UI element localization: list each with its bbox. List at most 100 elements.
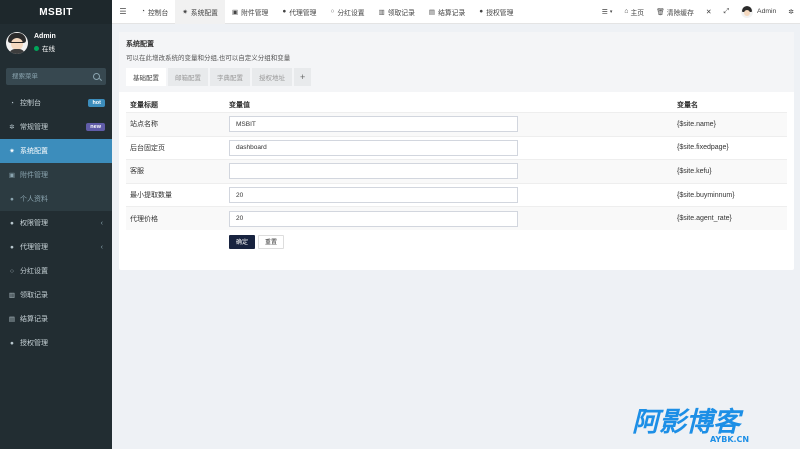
sidebar-item-system-config[interactable]: ✷ 系统配置 xyxy=(0,139,112,163)
panel-header: 系统配置 可以在此增改系统的变量和分组,也可以自定义分组和变量 基础配置 邮箱配… xyxy=(119,32,794,92)
kefu-field[interactable] xyxy=(229,163,518,180)
sidebar-item-label: 附件管理 xyxy=(20,172,48,179)
variable-name: {$site.kefu} xyxy=(677,167,712,175)
tab-dashboard[interactable]: ◔ 控制台 xyxy=(134,0,175,24)
tab-auth-address[interactable]: 授权地址 xyxy=(252,68,292,86)
group-icon: ● xyxy=(10,339,14,347)
fullscreen-icon: ⤢ xyxy=(723,7,730,15)
tab-system-config[interactable]: ✷ 系统配置 xyxy=(175,0,225,24)
clear-cache-label: 清除缓存 xyxy=(666,9,694,17)
tab-dividend[interactable]: ○ 分红设置 xyxy=(323,0,371,24)
home-icon: ⌂ xyxy=(624,8,629,15)
table-row: 后台固定页 {$site.fixedpage} xyxy=(126,135,787,160)
fullscreen-button[interactable]: ⤢ xyxy=(718,0,735,24)
sidebar-item-label: 个人资料 xyxy=(20,196,48,203)
site-name-field[interactable] xyxy=(229,116,518,133)
tab-dictionary-config[interactable]: 字典配置 xyxy=(210,68,250,86)
sidebar-item-label: 常规管理 xyxy=(20,124,48,131)
agent-rate-field[interactable] xyxy=(229,210,518,227)
cog-icon: ✷ xyxy=(9,148,15,155)
add-tab-button[interactable]: + xyxy=(294,68,312,86)
reset-button[interactable]: 重置 xyxy=(258,234,285,249)
confirm-button[interactable]: 确定 xyxy=(229,234,256,249)
tab-label: 附件管理 xyxy=(241,9,269,17)
tab-authorization[interactable]: ● 授权管理 xyxy=(472,0,520,24)
variable-name: {$site.name} xyxy=(677,120,716,128)
sidebar: MSBIT Admin 在线 ◔ 控制台 hot ✲ 常规管理 new ✷ xyxy=(0,0,112,449)
variable-name: {$site.buyminnum} xyxy=(677,191,735,199)
tab-claims[interactable]: ▥ 领取记录 xyxy=(372,0,422,24)
top-navbar: ☰ ◔ 控制台 ✷ 系统配置 ▣ 附件管理 ● 代理管理 ○ 分红设置 ▥ 领取记录 ▤ 结算… xyxy=(112,0,800,24)
tab-agents[interactable]: ● 代理管理 xyxy=(275,0,323,24)
tab-label: 系统配置 xyxy=(190,9,218,17)
watermark-main-text: 阿影博客 xyxy=(632,407,744,438)
page-description: 可以在此增改系统的变量和分组,也可以自定义分组和变量 xyxy=(126,55,291,62)
list-alt-icon: ▤ xyxy=(8,316,16,323)
user-status-label: 在线 xyxy=(42,46,55,53)
topbar-right: ☰ ▾ ⌂ 主页 🗑 清除缓存 ✕ ⤢ Admin ✲ xyxy=(596,0,800,24)
variable-name: {$site.agent_rate} xyxy=(677,215,732,223)
tab-basic-config[interactable]: 基础配置 xyxy=(126,68,166,86)
clear-cache-button[interactable]: 🗑 清除缓存 xyxy=(650,0,700,24)
sidebar-item-profile[interactable]: ● 个人资料 xyxy=(0,187,112,211)
avatar xyxy=(741,5,754,18)
sidebar-item-label: 代理管理 xyxy=(20,244,48,251)
variable-name: {$site.fixedpage} xyxy=(677,144,729,152)
sidebar-item-permissions[interactable]: ● 权限管理 ‹ xyxy=(0,211,112,235)
variable-title: 后台固定页 xyxy=(130,144,165,152)
home-link[interactable]: ⌂ 主页 xyxy=(618,0,650,24)
tab-email-config[interactable]: 邮箱配置 xyxy=(168,68,208,86)
dashboard-icon: ◔ xyxy=(141,8,145,15)
config-panel: 系统配置 可以在此增改系统的变量和分组,也可以自定义分组和变量 基础配置 邮箱配… xyxy=(119,32,794,270)
cogs-icon: ✲ xyxy=(9,124,15,131)
variable-title: 站点名称 xyxy=(130,121,158,129)
min-buy-num-field[interactable] xyxy=(229,187,518,204)
trash-icon: 🗑 xyxy=(656,8,665,16)
sidebar-item-general[interactable]: ✲ 常规管理 new xyxy=(0,115,112,139)
translate-button[interactable]: ✕ xyxy=(700,0,718,24)
list-alt-icon: ▤ xyxy=(428,8,436,16)
user-name: Admin xyxy=(757,8,777,15)
sidebar-item-label: 领取记录 xyxy=(20,292,48,299)
user-status: 在线 xyxy=(34,43,56,53)
sidebar-item-label: 结算记录 xyxy=(20,316,48,323)
chevron-left-icon: ‹ xyxy=(100,243,103,251)
menu-toggle-icon[interactable]: ☰ xyxy=(112,7,134,16)
tab-settlements[interactable]: ▤ 结算记录 xyxy=(422,0,472,24)
tab-attachments[interactable]: ▣ 附件管理 xyxy=(225,0,275,24)
search-input[interactable] xyxy=(12,73,82,80)
barcode-icon: ▥ xyxy=(378,8,385,16)
dashboard-icon: ◔ xyxy=(10,99,14,107)
cog-icon: ✷ xyxy=(182,8,188,16)
table-row: 客服 {$site.kefu} xyxy=(126,159,787,183)
sidebar-item-dashboard[interactable]: ◔ 控制台 hot xyxy=(0,91,112,115)
new-badge: new xyxy=(86,123,105,131)
brand-logo[interactable]: MSBIT xyxy=(0,0,112,24)
group-icon: ● xyxy=(479,8,484,15)
tab-label: 控制台 xyxy=(147,9,169,17)
sidebar-item-settlements[interactable]: ▤ 结算记录 xyxy=(0,307,112,331)
tab-list-dropdown[interactable]: ☰ ▾ xyxy=(596,0,619,24)
sidebar-search xyxy=(6,68,106,85)
config-table: 变量标题 变量值 变量名 站点名称 {$site.name} 后台固定页 {$s… xyxy=(126,98,787,230)
file-image-icon: ▣ xyxy=(231,8,239,16)
sidebar-item-attachments[interactable]: ▣ 附件管理 xyxy=(0,163,112,187)
variable-title: 代理价格 xyxy=(130,215,158,223)
fixed-page-field[interactable] xyxy=(229,139,518,156)
column-header: 变量标题 xyxy=(130,102,158,109)
sidebar-item-agents[interactable]: ● 代理管理 ‹ xyxy=(0,235,112,259)
user-menu[interactable]: Admin xyxy=(735,0,782,24)
home-label: 主页 xyxy=(630,9,645,17)
user-icon: ● xyxy=(10,195,14,203)
gears-icon: ✲ xyxy=(788,8,794,16)
sidebar-item-label: 分红设置 xyxy=(20,268,48,275)
table-row: 代理价格 {$site.agent_rate} xyxy=(126,206,787,230)
sidebar-item-authorization[interactable]: ● 授权管理 xyxy=(0,331,112,355)
search-icon[interactable] xyxy=(93,73,100,80)
settings-button[interactable]: ✲ xyxy=(782,0,800,24)
sidebar-item-claims[interactable]: ▥ 领取记录 xyxy=(0,283,112,307)
sidebar-menu: ◔ 控制台 hot ✲ 常规管理 new ✷ 系统配置 ▣ 附件管理 ● 个人资… xyxy=(0,91,112,355)
sidebar-item-dividend[interactable]: ○ 分红设置 xyxy=(0,259,112,283)
watermark-sub-text: AYBK.CN xyxy=(710,435,749,444)
table-row: 站点名称 {$site.name} xyxy=(126,112,787,136)
